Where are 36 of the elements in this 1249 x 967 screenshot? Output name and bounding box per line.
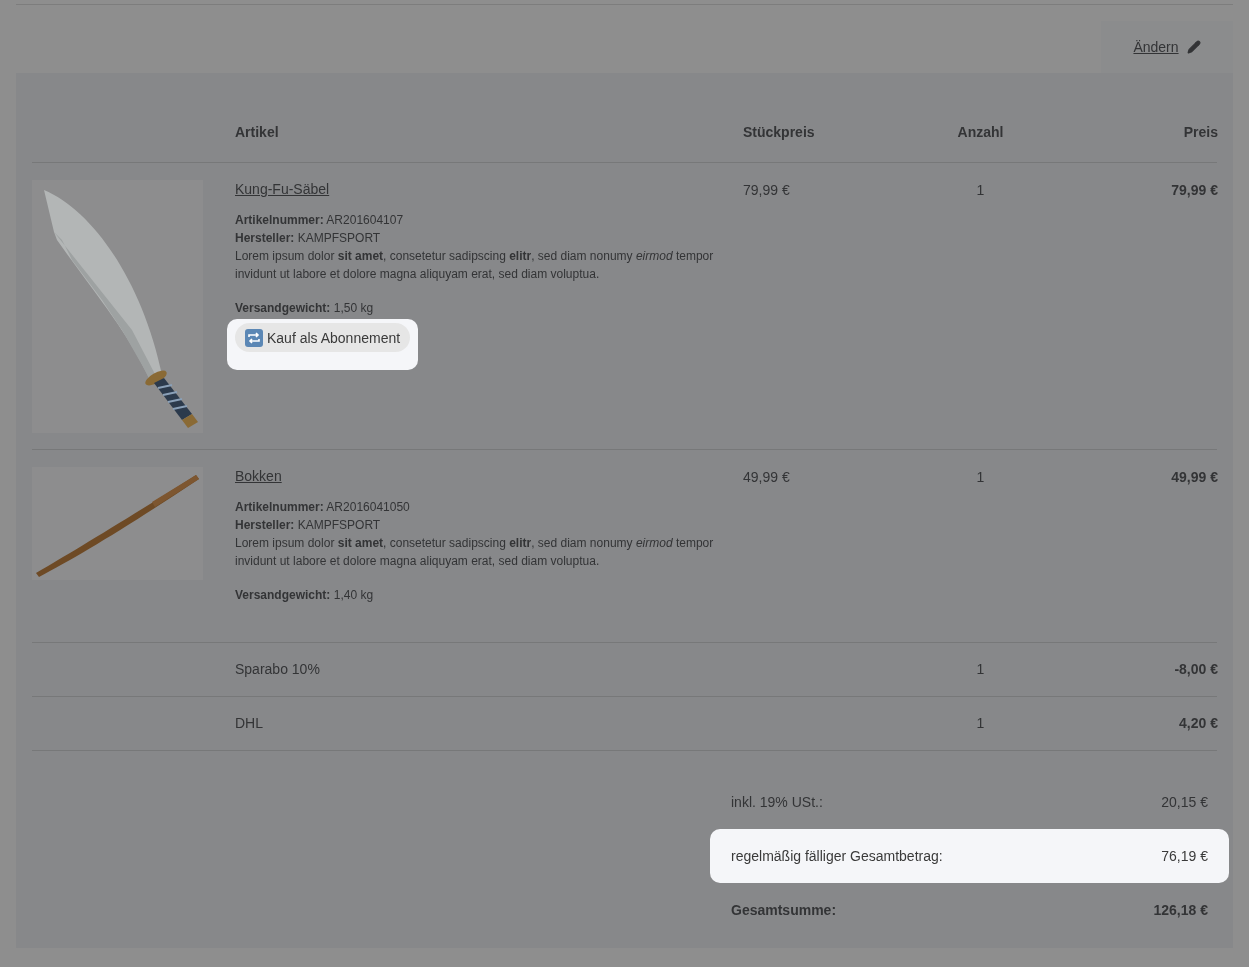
shipping-weight: Versandgewicht: 1,40 kg	[235, 587, 375, 604]
product-meta: Artikelnummer: AR2016041050	[235, 499, 411, 516]
unit-price: 49,99 €	[743, 468, 791, 487]
quantity: 1	[975, 714, 986, 733]
subscription-button[interactable]: Kauf als Abonnement	[235, 323, 411, 352]
price: 79,99 €	[1170, 181, 1218, 200]
total-label: Gesamtsumme:	[731, 900, 837, 920]
column-header: Preis	[1182, 123, 1218, 142]
product-link[interactable]: Bokken	[235, 467, 743, 485]
total-value: 126,18 €	[1153, 900, 1208, 920]
shipping-weight: Versandgewicht: 1,50 kg	[235, 300, 375, 317]
column-header: Anzahl	[956, 123, 1005, 142]
price: 49,99 €	[1170, 468, 1218, 487]
total-value: 20,15 €	[1161, 792, 1208, 812]
product-link[interactable]: Kung-Fu-Säbel	[235, 180, 743, 198]
column-header: Stückpreis	[743, 123, 816, 142]
quantity: 1	[975, 181, 986, 200]
product-description: Lorem ipsum dolor sit amet, consetetur sadipscing elitr, sed diam nonumy eirmod tempor invidunt ut labore et dolore magna aliquyam erat, sed diam voluptua.	[235, 535, 715, 570]
pencil-icon	[1186, 40, 1201, 54]
price: -8,00 €	[1173, 660, 1218, 679]
repeat-icon	[245, 328, 263, 347]
quantity: 1	[975, 660, 986, 679]
unit-price: 79,99 €	[743, 181, 791, 200]
line-item-name: DHL	[235, 714, 264, 733]
column-header: Artikel	[235, 123, 280, 142]
price: 4,20 €	[1178, 714, 1218, 733]
product-meta: Hersteller: KAMPFSPORT	[235, 230, 382, 247]
line-item-name: Sparabo 10%	[235, 660, 321, 679]
total-label: regelmäßig fälliger Gesamtbetrag:	[731, 846, 943, 866]
quantity: 1	[975, 468, 986, 487]
product-meta: Artikelnummer: AR201604107	[235, 212, 405, 229]
total-value: 76,19 €	[1161, 846, 1208, 866]
product-meta: Hersteller: KAMPFSPORT	[235, 517, 382, 534]
edit-link[interactable]: Ändern	[1133, 36, 1179, 58]
product-description: Lorem ipsum dolor sit amet, consetetur sadipscing elitr, sed diam nonumy eirmod tempor invidunt ut labore et dolore magna aliquyam erat, sed diam voluptua.	[235, 248, 715, 283]
total-label: inkl. 19% USt.:	[731, 792, 823, 812]
